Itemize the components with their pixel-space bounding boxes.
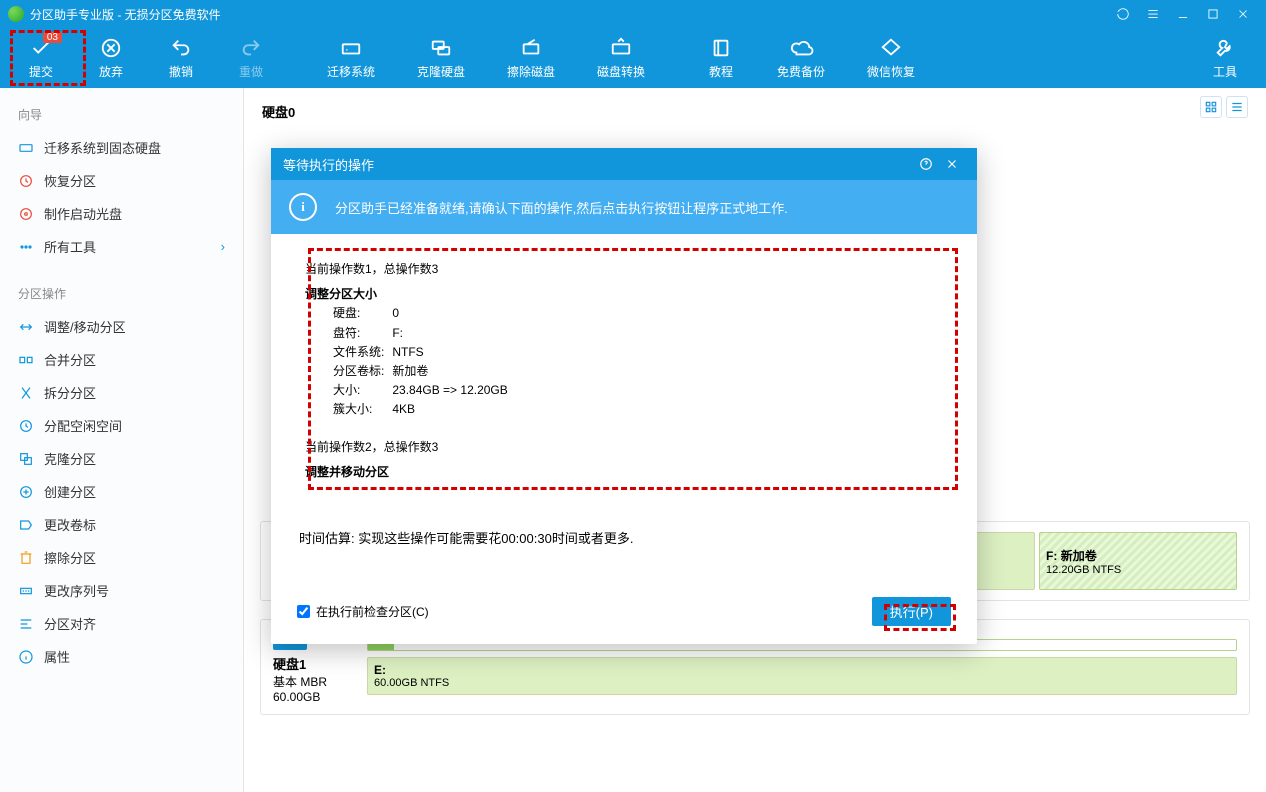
wrench-icon xyxy=(1212,37,1238,59)
sidebar-item-align[interactable]: 分区对齐 xyxy=(0,607,243,640)
dialog-info-bar: i 分区助手已经准备就绪,请确认下面的操作,然后点击执行按钮让程序正式地工作. xyxy=(271,180,977,234)
execute-button[interactable]: 执行(P) xyxy=(872,597,951,626)
sidebar-item-split[interactable]: 拆分分区 xyxy=(0,376,243,409)
sidebar-item-merge[interactable]: 合并分区 xyxy=(0,343,243,376)
disk0-label: 硬盘0 xyxy=(262,102,1248,121)
commit-badge: 03 xyxy=(43,32,62,43)
sidebar-item-wipe-partition[interactable]: 擦除分区 xyxy=(0,541,243,574)
sidebar-item-all-tools[interactable]: 所有工具› xyxy=(0,230,243,263)
wechat-recover-button[interactable]: 微信恢复 xyxy=(846,30,936,86)
dialog-titlebar: 等待执行的操作 xyxy=(271,148,977,180)
sidebar-section-ops: 分区操作 xyxy=(0,277,243,310)
help-icon[interactable] xyxy=(913,157,939,171)
more-icon xyxy=(18,239,34,255)
check-before-exec-checkbox[interactable]: 在执行前检查分区(C) xyxy=(297,603,429,620)
time-estimate: 时间估算: 实现这些操作可能需要花00:00:30时间或者更多. xyxy=(299,528,949,547)
partition-cell-selected[interactable]: F: 新加卷12.20GB NTFS xyxy=(1039,532,1237,590)
close-icon[interactable] xyxy=(1228,4,1258,24)
sidebar-item-allocate-free[interactable]: 分配空闲空间 xyxy=(0,409,243,442)
maximize-icon[interactable] xyxy=(1198,4,1228,24)
dialog-footer: 在执行前检查分区(C) 执行(P) xyxy=(271,583,977,644)
book-icon xyxy=(708,37,734,59)
clone-disk-button[interactable]: 克隆硬盘 xyxy=(396,30,486,86)
sidebar-item-change-serial[interactable]: 更改序列号 xyxy=(0,574,243,607)
sidebar-item-resize-move[interactable]: 调整/移动分区 xyxy=(0,310,243,343)
undo-button[interactable]: 撤销 xyxy=(146,30,216,86)
pending-ops-dialog: 等待执行的操作 i 分区助手已经准备就绪,请确认下面的操作,然后点击执行按钮让程… xyxy=(271,148,977,644)
recover-icon xyxy=(18,173,34,189)
toolbar: 03 提交 放弃 撤销 重做 迁移系统 克隆硬盘 擦除磁盘 磁盘转换 教程 免费… xyxy=(0,28,1266,88)
app-title: 分区助手专业版 - 无损分区免费软件 xyxy=(30,6,221,23)
sidebar-item-properties[interactable]: 属性 xyxy=(0,640,243,673)
convert-icon xyxy=(608,37,634,59)
info-icon: i xyxy=(289,193,317,221)
sidebar-item-bootable-media[interactable]: 制作启动光盘 xyxy=(0,197,243,230)
commit-button[interactable]: 03 提交 xyxy=(6,30,76,86)
refresh-icon[interactable] xyxy=(1108,4,1138,24)
convert-disk-button[interactable]: 磁盘转换 xyxy=(576,30,666,86)
wipe-icon xyxy=(518,37,544,59)
titlebar: 分区助手专业版 - 无损分区免费软件 xyxy=(0,0,1266,28)
dialog-title: 等待执行的操作 xyxy=(283,155,374,174)
sidebar: 向导 迁移系统到固态硬盘 恢复分区 制作启动光盘 所有工具› 分区操作 调整/移… xyxy=(0,88,244,792)
discard-icon xyxy=(98,37,124,59)
chevron-right-icon: › xyxy=(221,239,225,254)
discard-button[interactable]: 放弃 xyxy=(76,30,146,86)
sidebar-item-change-label[interactable]: 更改卷标 xyxy=(0,508,243,541)
migrate-os-button[interactable]: 迁移系统 xyxy=(306,30,396,86)
partition-cell[interactable]: E:60.00GB NTFS xyxy=(367,657,1237,695)
sidebar-item-clone-partition[interactable]: 克隆分区 xyxy=(0,442,243,475)
list-view-icon[interactable] xyxy=(1226,96,1248,118)
sidebar-section-wizard: 向导 xyxy=(0,98,243,131)
close-icon[interactable] xyxy=(939,157,965,171)
backup-button[interactable]: 免费备份 xyxy=(756,30,846,86)
operations-list[interactable]: 当前操作数1，总操作数3 调整分区大小 硬盘:0 盘符:F: 文件系统:NTFS… xyxy=(299,250,949,490)
grid-view-icon[interactable] xyxy=(1200,96,1222,118)
sidebar-item-migrate-ssd[interactable]: 迁移系统到固态硬盘 xyxy=(0,131,243,164)
undo-icon xyxy=(168,37,194,59)
sidebar-item-create-partition[interactable]: 创建分区 xyxy=(0,475,243,508)
view-toggles xyxy=(1200,96,1248,118)
sidebar-item-recover-partition[interactable]: 恢复分区 xyxy=(0,164,243,197)
drive-icon xyxy=(338,37,364,59)
redo-button[interactable]: 重做 xyxy=(216,30,286,86)
tools-button[interactable]: 工具 xyxy=(1190,30,1260,86)
op1-details: 硬盘:0 盘符:F: 文件系统:NTFS 分区卷标:新加卷 大小:23.84GB… xyxy=(333,304,516,419)
disc-icon xyxy=(18,206,34,222)
redo-icon xyxy=(238,37,264,59)
ssd-icon xyxy=(18,140,34,156)
hamburger-icon[interactable] xyxy=(1138,4,1168,24)
wipe-disk-button[interactable]: 擦除磁盘 xyxy=(486,30,576,86)
minimize-icon[interactable] xyxy=(1168,4,1198,24)
clone-icon xyxy=(428,37,454,59)
app-icon xyxy=(8,6,24,22)
cloud-icon xyxy=(788,37,814,59)
tutorial-button[interactable]: 教程 xyxy=(686,30,756,86)
wechat-icon xyxy=(878,37,904,59)
